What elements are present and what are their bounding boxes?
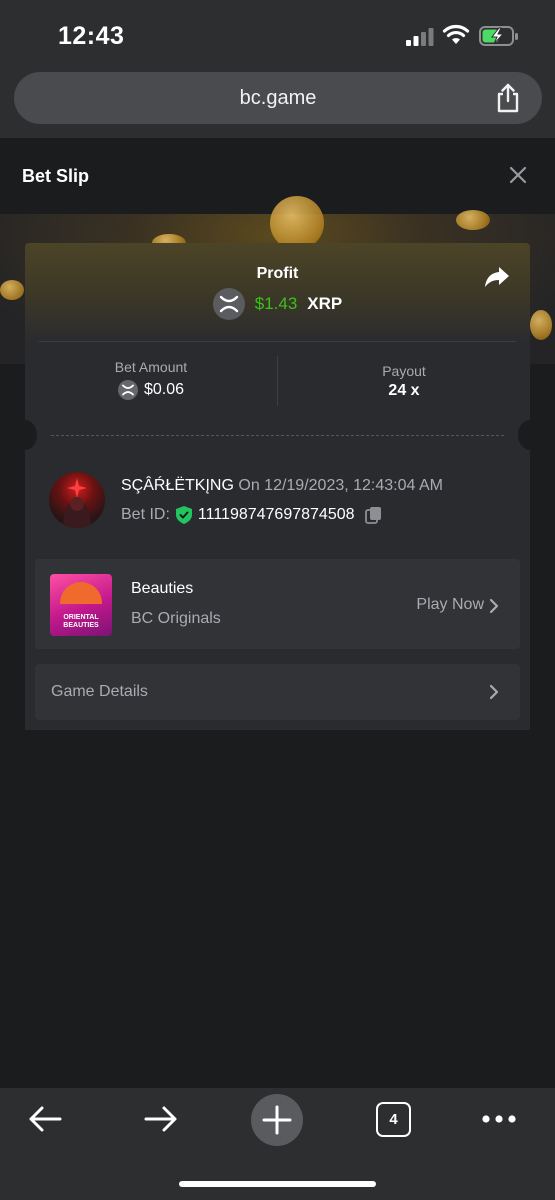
profit-row: $1.43 XRP [25,288,530,320]
status-time: 12:43 [58,22,125,50]
plus-icon[interactable] [251,1094,303,1146]
battery-icon [479,26,518,46]
tabs-button[interactable]: 4 [376,1102,411,1137]
game-details-row[interactable]: Game Details [35,664,520,720]
home-indicator [179,1181,376,1187]
game-thumbnail[interactable]: ORIENTAL BEAUTIES [50,574,112,636]
avatar[interactable] [49,472,105,528]
profit-label: Profit [256,265,299,282]
tab-count: 4 [389,1111,398,1128]
ticket-notch [518,420,542,450]
profit-currency: XRP [307,294,343,313]
game-details-label: Game Details [51,683,148,700]
coin-decoration [0,280,24,300]
payout-label: Payout [382,363,426,379]
game-title: Beauties [131,580,194,597]
username[interactable]: SÇÂŔŁËTKĮNG [121,477,234,494]
coin-decoration [530,310,552,340]
wifi-icon [442,24,470,44]
game-provider: BC Originals [131,610,221,627]
avatar-figure [63,478,91,528]
bet-amount-label: Bet Amount [114,359,188,375]
signal-icon [406,28,434,46]
bet-timestamp: On 12/19/2023, 12:43:04 AM [238,477,443,494]
shield-check-icon [175,506,192,524]
forward-arrow-icon[interactable] [484,265,510,289]
payout-value: 24 x [388,382,420,399]
copy-icon[interactable] [364,506,383,524]
bet-slip-title: Bet Slip [22,166,90,186]
next-arrow-icon[interactable] [144,1105,178,1133]
back-arrow-icon[interactable] [28,1105,62,1133]
bet-user-line: SÇÂŔŁËTKĮNG On 12/19/2023, 12:43:04 AM [121,477,443,495]
game-thumbnail-text: ORIENTAL BEAUTIES [63,614,99,629]
bet-amount-value: $0.06 [143,381,185,398]
share-icon[interactable] [494,83,522,113]
xrp-icon [212,288,245,320]
bet-id-row: Bet ID: 111198747697874508 [121,506,383,524]
xrp-icon [117,380,138,400]
status-bar: 12:43 [0,0,555,64]
play-now-button[interactable]: Play Now [416,596,484,614]
bet-amount-row: $0.06 [25,380,277,400]
chevron-right-icon[interactable] [488,598,500,614]
browser-top-bar: bc.game [0,64,555,138]
dashed-separator [51,435,504,436]
chevron-right-icon[interactable] [488,684,500,700]
profit-section: Profit $1.43 XRP [25,243,530,343]
more-icon[interactable] [482,1115,516,1123]
coin-decoration [456,210,490,230]
ticket-notch [13,420,37,450]
profit-value: $1.43 [254,294,298,313]
close-icon[interactable] [509,166,527,184]
game-row[interactable]: ORIENTAL BEAUTIES Beauties BC Originals … [35,559,520,649]
coin-decoration [270,196,324,250]
url-text: bc.game [239,87,317,109]
divider [39,341,516,342]
address-bar[interactable]: bc.game [14,72,542,124]
bet-id-value: 111198747697874508 [197,506,355,523]
bet-slip-card: Profit $1.43 XRP Bet Amount $0.06 Payout… [13,243,542,730]
bet-id-label: Bet ID: [121,506,170,523]
fan-decoration [60,582,102,604]
